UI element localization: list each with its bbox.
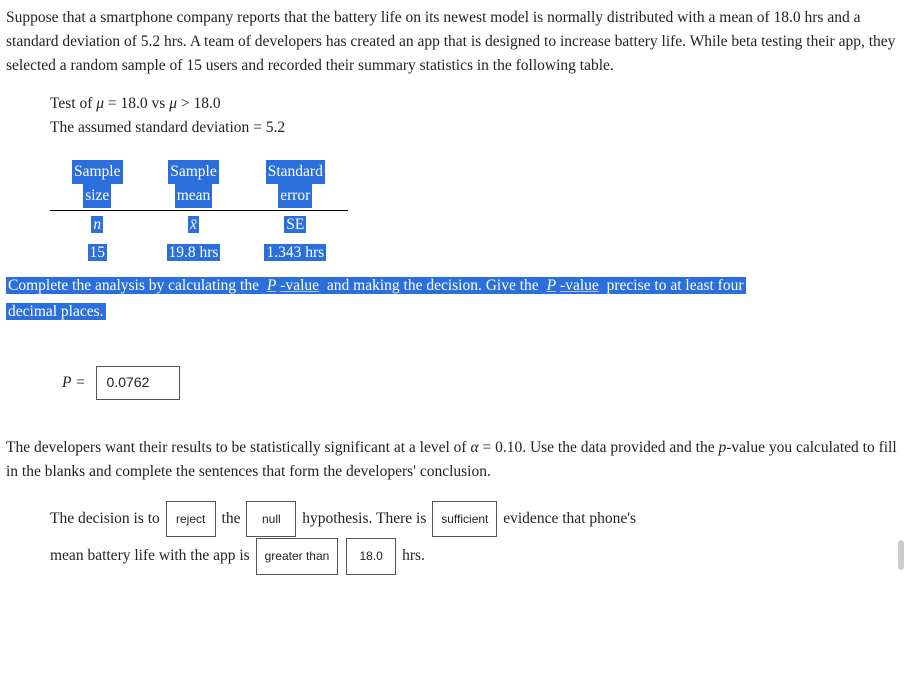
alpha-symbol: α xyxy=(470,439,478,456)
table-value-row: 15 19.8 hrs 1.343 hrs xyxy=(50,239,348,267)
test-line-2: The assumed standard deviation = 5.2 xyxy=(50,116,900,140)
val-xbar: 19.8 hrs xyxy=(167,244,221,261)
val-se: 1.343 hrs xyxy=(264,244,326,261)
instr-p3: precise to at least four xyxy=(601,277,746,294)
fill-s4: evidence that phone's xyxy=(503,510,636,527)
col-se-2: error xyxy=(278,184,312,208)
col-sample-size-2: size xyxy=(83,184,111,208)
col-sample-size-1: Sample xyxy=(72,160,123,184)
gt-part: > 18.0 xyxy=(177,95,221,112)
instr-pvalue-word2: -value xyxy=(558,277,601,294)
instr-p4: decimal places. xyxy=(6,303,106,320)
col-sample-mean-1: Sample xyxy=(168,160,219,184)
p-value-row: P = 0.0762 xyxy=(62,366,900,400)
test-line-1: Test of μ = 18.0 vs μ > 18.0 xyxy=(50,92,900,116)
fill-s2: the xyxy=(222,510,241,527)
mu-symbol: μ xyxy=(96,95,104,112)
blank-evidence[interactable]: sufficient xyxy=(432,501,497,538)
p-value-input[interactable]: 0.0762 xyxy=(96,366,180,400)
blank-hypothesis-type[interactable]: null xyxy=(246,501,296,538)
sym-xbar: x̄ xyxy=(188,216,199,233)
scrollbar-thumb[interactable] xyxy=(898,540,904,570)
fill-in-conclusion: The decision is to reject the null hypot… xyxy=(50,500,900,576)
instr-pvalue-p2: P xyxy=(545,277,558,294)
instr-p2: and making the decision. Give the xyxy=(321,277,545,294)
table-symbol-row: n x̄ SE xyxy=(50,211,348,240)
val-n: 15 xyxy=(88,244,108,261)
sym-se: SE xyxy=(284,216,306,233)
blank-decision[interactable]: reject xyxy=(166,501,216,538)
fill-line-1: The decision is to reject the null hypot… xyxy=(50,500,900,538)
summary-table: Samplesize Samplemean Standarderror n x̄… xyxy=(50,158,900,267)
conc-t1: The developers want their results to be … xyxy=(6,439,470,456)
table-header-row: Samplesize Samplemean Standarderror xyxy=(50,158,348,211)
instruction-text: Complete the analysis by calculating the… xyxy=(6,273,900,326)
fill-line-2: mean battery life with the app is greate… xyxy=(50,537,900,575)
sym-n: n xyxy=(91,216,103,233)
p-equals-label: P = xyxy=(62,371,86,395)
col-se-1: Standard xyxy=(266,160,325,184)
problem-intro: Suppose that a smartphone company report… xyxy=(6,6,900,78)
mu-symbol-2: μ xyxy=(169,95,177,112)
instr-p1: Complete the analysis by calculating the xyxy=(6,277,265,294)
hypothesis-test-block: Test of μ = 18.0 vs μ > 18.0 The assumed… xyxy=(50,92,900,140)
fill-s3: hypothesis. There is xyxy=(302,510,426,527)
fill-s6: hrs. xyxy=(402,547,425,564)
instr-pvalue-p: P xyxy=(265,277,278,294)
instr-pvalue-word: -value xyxy=(278,277,321,294)
blank-value[interactable]: 18.0 xyxy=(346,538,396,575)
test-prefix: Test of xyxy=(50,95,96,112)
fill-s5: mean battery life with the app is xyxy=(50,547,250,564)
conclusion-intro: The developers want their results to be … xyxy=(6,436,900,484)
fill-s1: The decision is to xyxy=(50,510,160,527)
blank-comparison[interactable]: greater than xyxy=(256,538,339,575)
eq-part: = 18.0 vs xyxy=(104,95,169,112)
conc-t2: = 0.10. Use the data provided and the xyxy=(479,439,719,456)
col-sample-mean-2: mean xyxy=(175,184,213,208)
